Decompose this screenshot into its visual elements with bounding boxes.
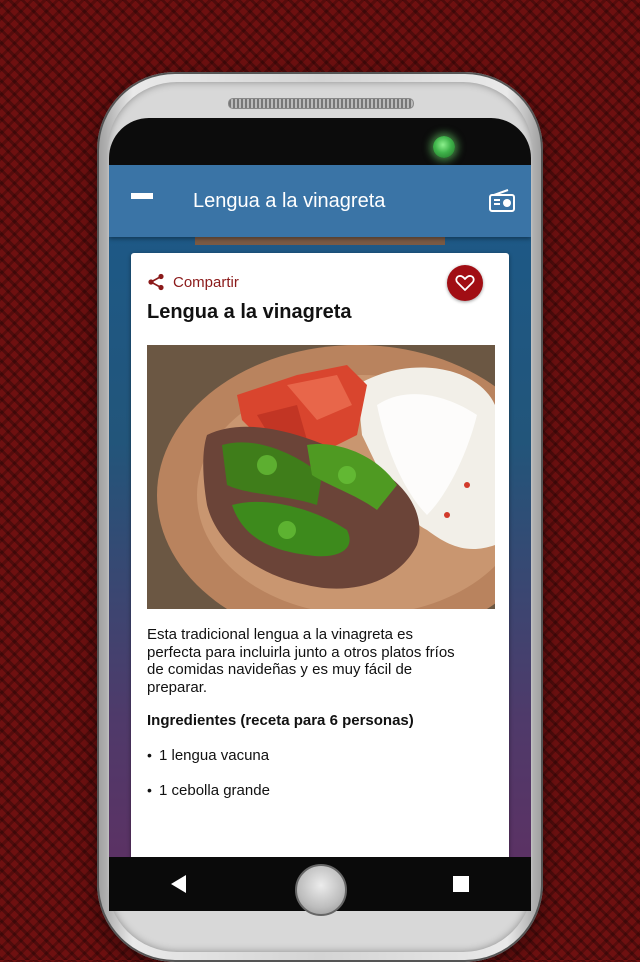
phone-frame: Lengua a la vinagreta Compartir Lengua a… — [97, 72, 543, 962]
recipe-description: Esta tradicional lengua a la vinagreta e… — [147, 626, 455, 696]
recents-icon — [452, 876, 469, 892]
menu-icon — [131, 193, 153, 209]
radio-icon — [489, 189, 515, 212]
radio-button[interactable] — [473, 165, 531, 237]
share-label: Compartir — [173, 273, 239, 291]
heart-icon — [455, 275, 475, 291]
screen: Lengua a la vinagreta Compartir Lengua a… — [109, 165, 531, 857]
back-button[interactable] — [149, 857, 209, 911]
previous-card-edge — [195, 237, 445, 245]
bullet: • — [147, 782, 152, 798]
list-item: • 1 cebolla grande — [147, 782, 487, 817]
share-icon — [148, 273, 164, 291]
recents-button[interactable] — [431, 857, 491, 911]
recipe-title: Lengua a la vinagreta — [147, 301, 352, 323]
favorite-button[interactable] — [447, 265, 483, 301]
ingredient-text: 1 lengua vacuna — [159, 747, 270, 764]
menu-button[interactable] — [109, 165, 175, 237]
back-icon — [171, 875, 187, 893]
ingredients-heading: Ingredientes (receta para 6 personas) — [147, 712, 414, 729]
app-title: Lengua a la vinagreta — [193, 189, 386, 212]
recipe-card: Compartir Lengua a la vinagreta Esta tra… — [131, 253, 509, 857]
camera-led — [433, 136, 455, 158]
recipe-photo — [147, 345, 495, 609]
list-item: • 1 lengua vacuna — [147, 747, 487, 782]
speaker-grille — [228, 98, 414, 109]
share-button[interactable]: Compartir — [147, 273, 239, 291]
ingredient-text: 1 cebolla grande — [159, 782, 270, 799]
ingredients-list: • 1 lengua vacuna • 1 cebolla grande — [147, 747, 487, 817]
app-bar: Lengua a la vinagreta — [109, 165, 531, 237]
bullet: • — [147, 747, 152, 763]
hardware-home-button[interactable] — [295, 864, 347, 916]
